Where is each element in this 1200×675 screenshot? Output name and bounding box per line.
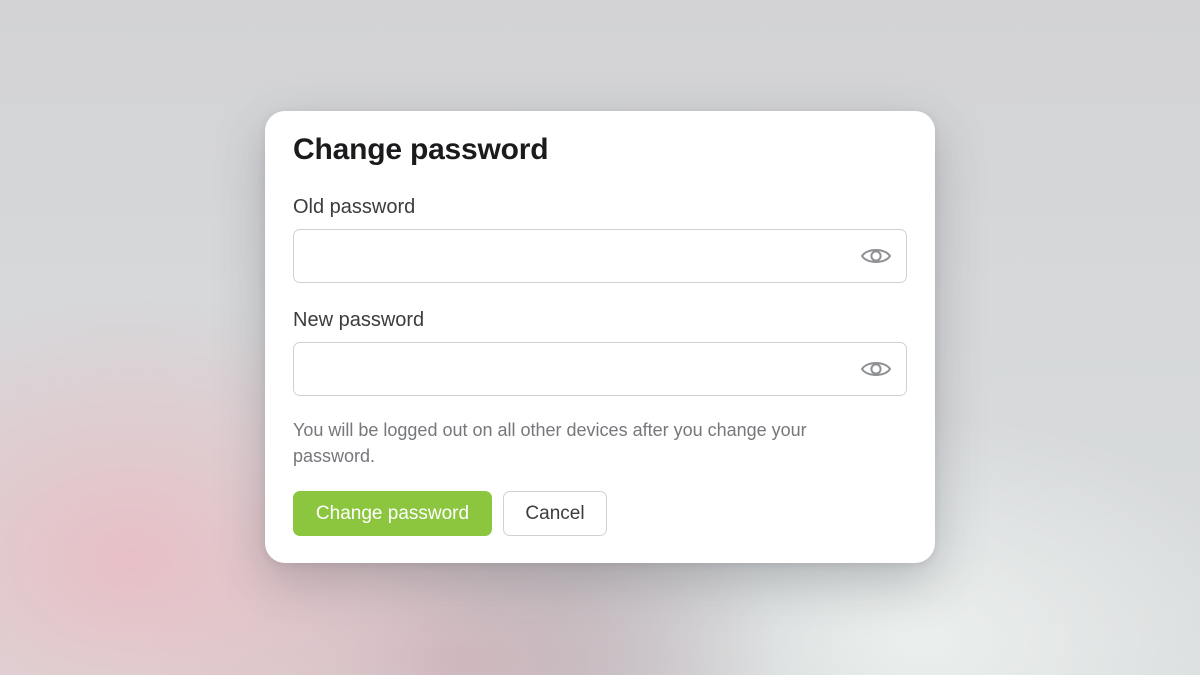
eye-icon[interactable] [860,356,892,382]
dialog-title: Change password [293,133,549,166]
change-password-button[interactable]: Change password [293,491,492,536]
old-password-input[interactable] [294,230,854,282]
new-password-label: New password [293,309,425,331]
old-password-label: Old password [293,196,416,218]
new-password-input[interactable] [294,343,854,395]
eye-icon[interactable] [860,243,892,269]
change-password-dialog: Change password Old password New passwor… [265,111,935,563]
new-password-field-container [293,342,907,396]
cancel-button[interactable]: Cancel [503,491,607,536]
logout-notice: You will be logged out on all other devi… [293,420,807,466]
old-password-field-container [293,229,907,283]
